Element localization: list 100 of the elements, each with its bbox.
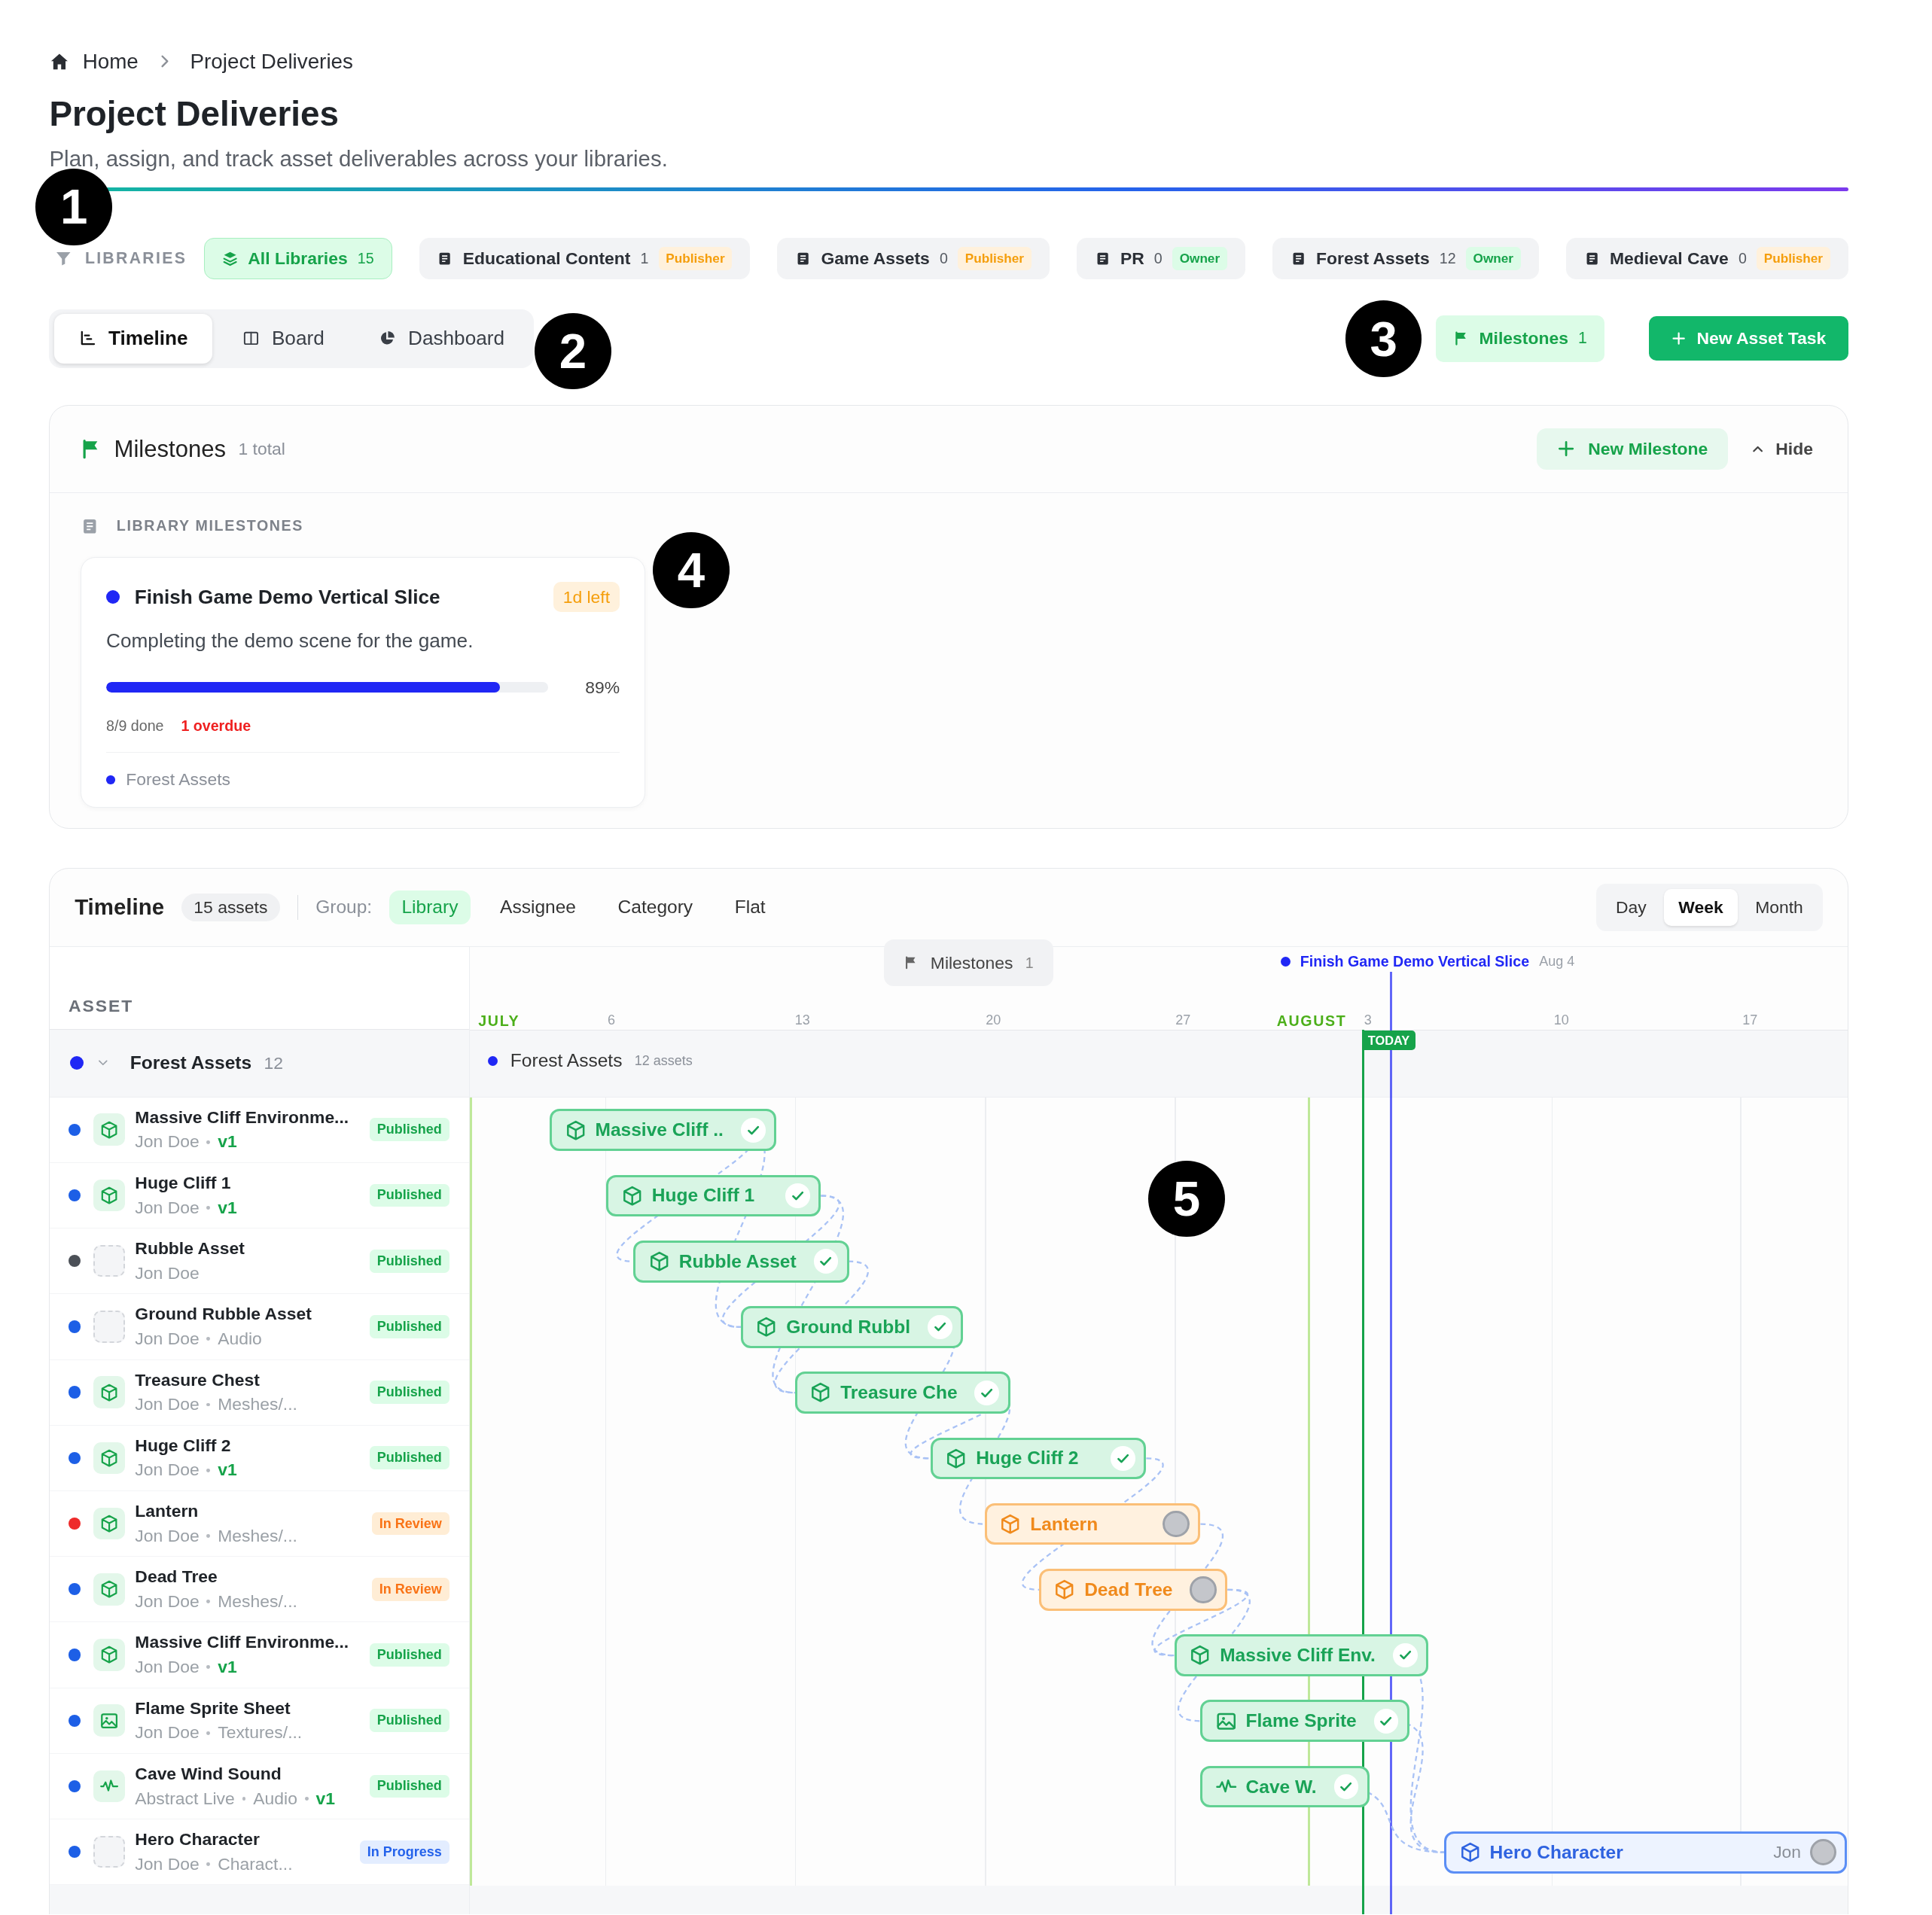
milestone-card[interactable]: Finish Game Demo Vertical Slice 1d left Completing the demo scene for the game. 89% 8/9 done 1 overdue Forest Assets	[81, 556, 645, 808]
meta-label: Jon Doe	[135, 1656, 200, 1679]
hide-button[interactable]: Hide	[1745, 434, 1818, 464]
asset-name[interactable]: Treasure Chest	[135, 1369, 260, 1391]
asset-name[interactable]: Cave Wind Sound	[135, 1762, 282, 1786]
group-name: Forest Assets	[510, 1050, 623, 1072]
plus-icon	[1671, 330, 1687, 347]
empty-thumbnail	[93, 1311, 126, 1343]
group-row[interactable]: Forest Assets 12	[50, 1029, 469, 1098]
asset-name[interactable]: Huge Cliff 1	[135, 1171, 231, 1195]
asset-count-badge: 15 assets	[181, 894, 280, 921]
libraries-label: LIBRARIES	[84, 249, 187, 269]
breadcrumb-link[interactable]: Home	[49, 49, 139, 74]
done-count: 8/9 done	[106, 717, 164, 735]
avatar-placeholder	[1163, 1510, 1190, 1538]
status-badge: Published	[370, 1118, 449, 1142]
column-header: ASSET	[69, 996, 134, 1016]
asset-name[interactable]: Massive Cliff Environme...	[135, 1631, 349, 1654]
milestones-chip-count: 1	[1025, 954, 1034, 972]
library-chip[interactable]: PR 0 Owner	[1076, 237, 1245, 280]
status-badge: In Review	[372, 1577, 449, 1601]
meta-label: Jon Doe	[135, 1853, 200, 1875]
library-chip[interactable]: Medieval Cave 0 Publisher	[1565, 237, 1848, 280]
view-tab[interactable]: Board	[217, 314, 349, 364]
milestones-chip[interactable]: Milestones 1	[883, 939, 1053, 987]
library-count: 15	[357, 250, 374, 268]
group-option[interactable]: Category	[605, 891, 705, 924]
asset-name[interactable]: Rubble Asset	[135, 1238, 245, 1260]
meta-label: Jon Doe	[135, 1131, 200, 1153]
library-chip[interactable]: Educational Content 1 Publisher	[419, 237, 751, 280]
meta-label: Textures/...	[218, 1722, 303, 1744]
day-label: 6	[608, 1012, 616, 1028]
meta-label: Jon Doe	[135, 1722, 200, 1744]
breadcrumb-current: Project Deliveries	[190, 49, 353, 74]
check-icon	[1373, 1708, 1399, 1734]
library-count: 12	[1439, 250, 1456, 268]
meta-label: Jon Doe	[135, 1590, 200, 1612]
status-badge: Published	[370, 1774, 449, 1798]
meta-label: Audio	[253, 1787, 297, 1810]
scale-tab[interactable]: Month	[1740, 888, 1818, 926]
panel-title: Timeline	[75, 894, 165, 921]
check-icon	[785, 1183, 810, 1208]
meta-label: Jon Doe	[135, 1524, 200, 1547]
group-name: Forest Assets	[130, 1052, 252, 1074]
asset-name[interactable]: Dead Tree	[135, 1566, 218, 1588]
version-label: v1	[218, 1656, 237, 1679]
view-tab[interactable]: Dashboard	[354, 314, 529, 364]
task-bar[interactable]: Hero Character Jon	[1444, 1831, 1848, 1874]
panel-title: Milestones	[114, 435, 227, 463]
version-label: v1	[218, 1131, 237, 1153]
group-count: 12	[264, 1052, 283, 1073]
check-icon	[1392, 1643, 1418, 1668]
avatar-placeholder	[1809, 1839, 1836, 1866]
page-title: Project Deliveries	[49, 94, 340, 135]
milestone-count: 1 total	[238, 439, 285, 460]
scale-tab[interactable]: Day	[1601, 888, 1662, 926]
day-label: 10	[1553, 1012, 1569, 1028]
day-label: 27	[1175, 1012, 1191, 1028]
role-badge: Owner	[1172, 247, 1227, 270]
status-badge: Published	[370, 1315, 449, 1338]
avatar-placeholder	[1190, 1576, 1217, 1603]
asset-name[interactable]: Huge Cliff 2	[135, 1434, 231, 1457]
meta-label: Jon Doe	[135, 1328, 200, 1350]
asset-name[interactable]: Flame Sprite Sheet	[135, 1697, 291, 1720]
meta-label: Meshes/...	[218, 1524, 297, 1547]
status-badge: In Progress	[360, 1840, 449, 1864]
milestone-label[interactable]: Finish Game Demo Vertical Slice	[1300, 953, 1530, 971]
version-label: v1	[315, 1787, 335, 1810]
milestones-chip-label: Milestones	[930, 952, 1013, 973]
status-badge: Published	[370, 1183, 449, 1207]
role-badge: Publisher	[1756, 247, 1830, 270]
check-icon	[1111, 1446, 1135, 1471]
status-badge: Published	[370, 1709, 449, 1733]
library-chip[interactable]: Forest Assets 12 Owner	[1272, 237, 1539, 280]
group-count: 12 assets	[634, 1052, 693, 1069]
meta-label: Jon Doe	[135, 1262, 200, 1284]
library-chip[interactable]: Game Assets 0 Publisher	[777, 237, 1050, 280]
meta-label: Jon Doe	[135, 1459, 200, 1481]
meta-label: Meshes/...	[218, 1590, 297, 1612]
progress-percent: 89%	[585, 677, 620, 698]
status-badge: Published	[370, 1446, 449, 1470]
view-tab[interactable]: Timeline	[54, 314, 213, 364]
milestones-count: 1	[1577, 329, 1587, 349]
library-count: 1	[640, 250, 649, 268]
asset-name[interactable]: Ground Rubble Asset	[135, 1303, 312, 1326]
meta-label: Abstract Live	[135, 1787, 235, 1810]
version-label: v1	[218, 1459, 237, 1481]
milestone-title: Finish Game Demo Vertical Slice	[134, 585, 440, 609]
group-option[interactable]: Assignee	[487, 891, 589, 924]
asset-name[interactable]: Massive Cliff Environme...	[135, 1106, 349, 1129]
due-badge: 1d left	[553, 582, 620, 613]
scale-tab[interactable]: Week	[1663, 888, 1738, 926]
annotation-badge: 1	[35, 169, 112, 245]
asset-name[interactable]: Hero Character	[135, 1828, 260, 1851]
status-badge: In Review	[372, 1512, 449, 1536]
role-badge: Publisher	[658, 247, 733, 270]
asset-name[interactable]: Lantern	[135, 1500, 199, 1523]
check-icon	[974, 1380, 1000, 1405]
group-option[interactable]: Flat	[722, 891, 779, 924]
group-label: Group:	[315, 897, 373, 918]
